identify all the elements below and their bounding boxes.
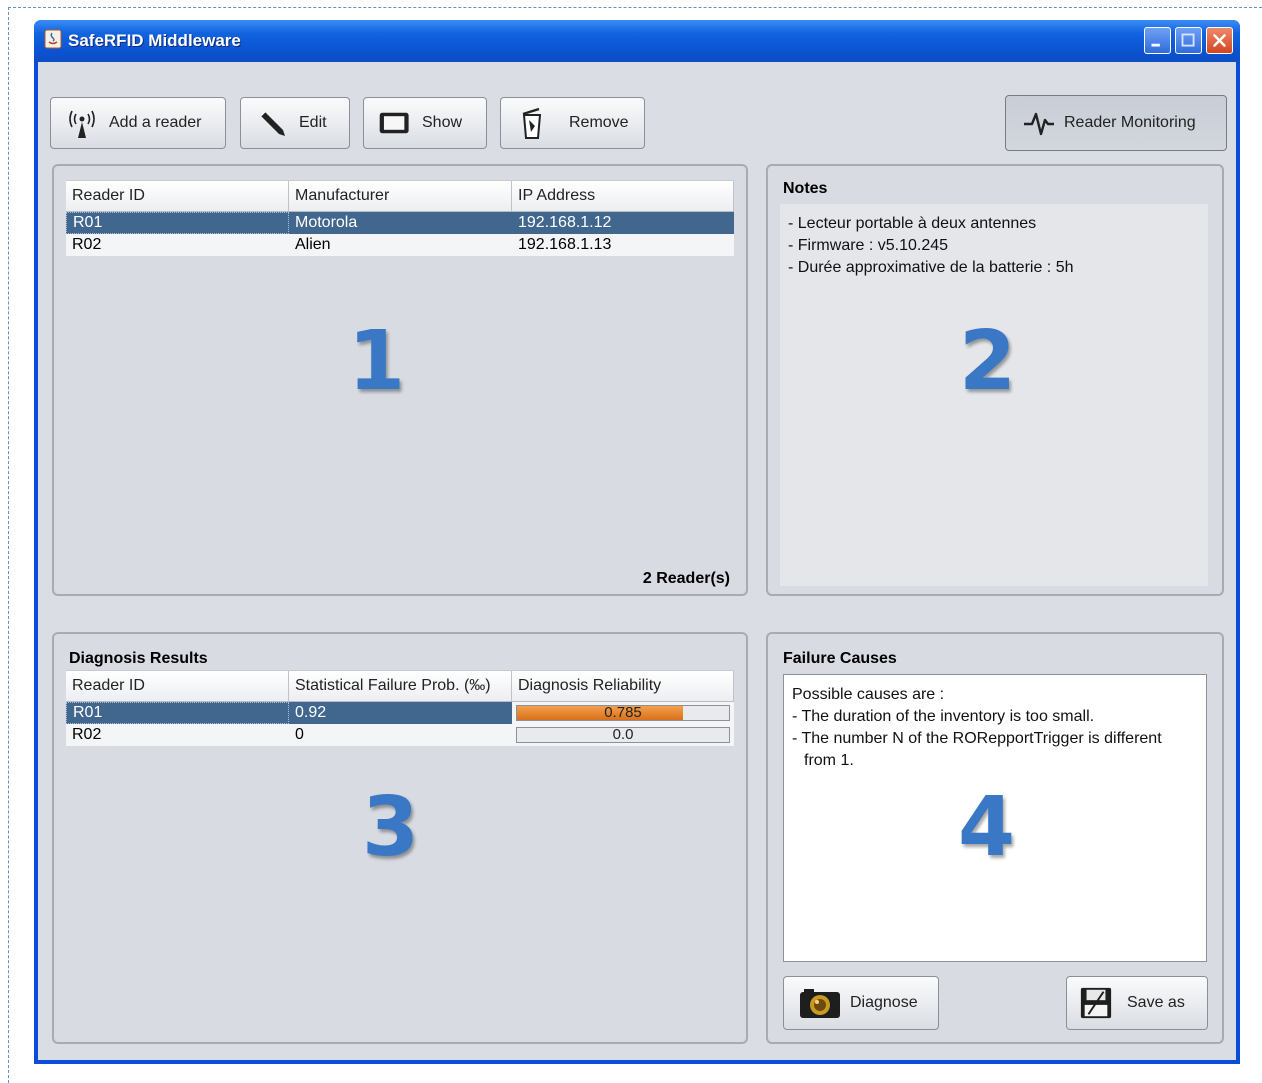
show-button[interactable]: Show [363,97,487,149]
window-title: SafeRFID Middleware [68,31,241,50]
cell-failure-prob: 0.92 [295,704,327,721]
column-header-reliability[interactable]: Diagnosis Reliability [512,671,734,701]
maximize-icon [1181,33,1195,47]
diagnose-label: Diagnose [850,994,918,1011]
camera-icon [798,986,842,1020]
java-app-icon [44,29,62,49]
notes-title: Notes [783,180,828,197]
app-window: SafeRFID Middleware Add a reader Edit Sh… [34,20,1240,1064]
column-header-ip-address[interactable]: IP Address [512,181,734,211]
minimize-icon [1151,43,1160,47]
section-marker-4: 4 [958,780,1016,875]
window-client-area: Add a reader Edit Show Remove Reader Mon… [38,62,1236,1060]
diagnosis-table-header: Reader ID Statistical Failure Prob. (‰) … [66,670,734,702]
causes-line: Possible causes are : [792,686,945,703]
page-guide-left [8,7,9,1083]
monitor-icon [378,106,412,140]
table-row[interactable]: R02 Alien 192.168.1.13 [66,234,734,256]
remove-label: Remove [569,114,629,131]
notes-panel: Notes - Lecteur portable à deux antennes… [766,164,1224,596]
save-as-button[interactable]: Save as [1066,976,1208,1030]
reader-count-label: 2 Reader(s) [642,570,730,587]
table-row[interactable]: R02 0 0.0 [66,724,734,746]
notes-line: - Lecteur portable à deux antennes [788,215,1037,232]
failure-causes-panel: Failure Causes Possible causes are : - T… [766,632,1224,1044]
reliability-progress-bar: 0.785 [516,705,730,721]
causes-line: - The duration of the inventory is too s… [792,708,1095,725]
reader-monitoring-button[interactable]: Reader Monitoring [1005,95,1227,151]
column-header-failure-prob[interactable]: Statistical Failure Prob. (‰) [289,671,512,701]
cell-ip-address: 192.168.1.13 [518,236,612,253]
readers-table-header: Reader ID Manufacturer IP Address [66,180,734,212]
section-marker-1: 1 [348,314,406,409]
close-button[interactable] [1206,27,1233,54]
diagnosis-title: Diagnosis Results [69,650,208,667]
column-header-manufacturer[interactable]: Manufacturer [289,181,512,211]
show-label: Show [422,114,463,131]
diagnosis-panel: Diagnosis Results Reader ID Statistical … [52,632,748,1044]
table-row[interactable]: R01 0.92 0.785 [66,702,734,724]
add-reader-button[interactable]: Add a reader [50,97,226,149]
cell-reader-id: R02 [72,236,102,253]
notes-line: - Firmware : v5.10.245 [788,237,949,254]
edit-label: Edit [299,114,327,131]
cell-manufacturer: Motorola [295,214,358,231]
save-as-label: Save as [1127,994,1185,1011]
readers-panel: Reader ID Manufacturer IP Address R01 Mo… [52,164,748,596]
reliability-progress-text: 0.0 [612,726,634,743]
title-bar[interactable]: SafeRFID Middleware [34,20,1240,62]
maximize-button[interactable] [1175,27,1202,54]
reliability-progress-text: 0.785 [604,704,642,721]
cell-reader-id: R01 [66,702,289,724]
causes-line: - The number N of the RORepportTrigger i… [792,730,1162,747]
trash-icon [515,106,549,140]
readers-table: Reader ID Manufacturer IP Address R01 Mo… [66,180,734,256]
table-row[interactable]: R01 Motorola 192.168.1.12 [66,212,734,234]
notes-line: - Durée approximative de la batterie : 5… [788,259,1074,276]
remove-button[interactable]: Remove [500,97,645,149]
cell-manufacturer: Alien [295,236,331,253]
reader-monitoring-label: Reader Monitoring [1064,114,1196,131]
cell-ip-address: 192.168.1.12 [518,214,612,231]
pencil-icon [255,106,289,140]
edit-button[interactable]: Edit [240,97,350,149]
causes-line: from 1. [804,752,854,769]
minimize-button[interactable] [1144,27,1171,54]
failure-causes-title: Failure Causes [783,650,897,667]
section-marker-3: 3 [362,780,420,875]
column-header-reader-id[interactable]: Reader ID [66,671,289,701]
floppy-disk-icon [1079,986,1113,1020]
cell-reliability: 0.785 [512,702,734,724]
add-reader-label: Add a reader [109,114,202,131]
antenna-icon [65,106,99,140]
diagnose-button[interactable]: Diagnose [783,976,939,1030]
cell-failure-prob: 0 [295,726,304,743]
section-marker-2: 2 [959,314,1017,409]
cell-reader-id: R01 [66,212,289,234]
reliability-progress-bar: 0.0 [516,727,730,743]
cell-reader-id: R02 [72,726,102,743]
page-guide-top [8,7,1262,8]
heartbeat-icon [1022,106,1056,140]
diagnosis-table: Reader ID Statistical Failure Prob. (‰) … [66,670,734,746]
close-icon [1213,34,1226,47]
cell-reliability: 0.0 [512,724,734,746]
column-header-reader-id[interactable]: Reader ID [66,181,289,211]
